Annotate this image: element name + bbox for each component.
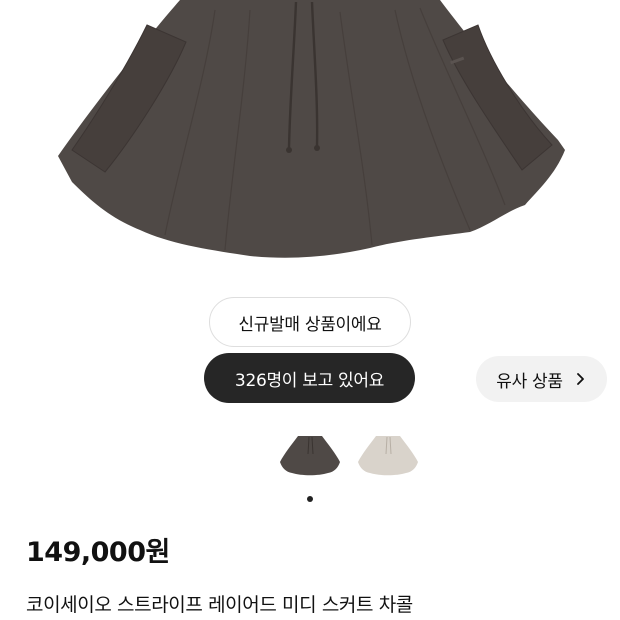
pagination-dot-indicator (307, 496, 313, 502)
product-main-image[interactable] (0, 0, 620, 282)
color-option-ivory[interactable] (356, 432, 420, 478)
product-title: 코이세이오 스트라이프 레이어드 미디 스커트 차콜 (26, 594, 413, 616)
chevron-right-icon (576, 373, 584, 385)
viewers-count-label: 326명이 보고 있어요 (234, 370, 385, 391)
product-price: 149,000원 (26, 537, 170, 568)
color-option-charcoal[interactable] (278, 432, 342, 478)
skirt-illustration (58, 0, 565, 258)
new-release-badge: 신규발매 상품이에요 (209, 297, 411, 347)
similar-products-label: 유사 상품 (496, 371, 563, 392)
viewers-count-badge: 326명이 보고 있어요 (204, 353, 415, 403)
charcoal-skirt-thumbnail (280, 436, 340, 476)
ivory-skirt-thumbnail (358, 436, 418, 476)
similar-products-button[interactable]: 유사 상품 (476, 356, 607, 402)
new-release-label: 신규발매 상품이에요 (238, 314, 382, 335)
